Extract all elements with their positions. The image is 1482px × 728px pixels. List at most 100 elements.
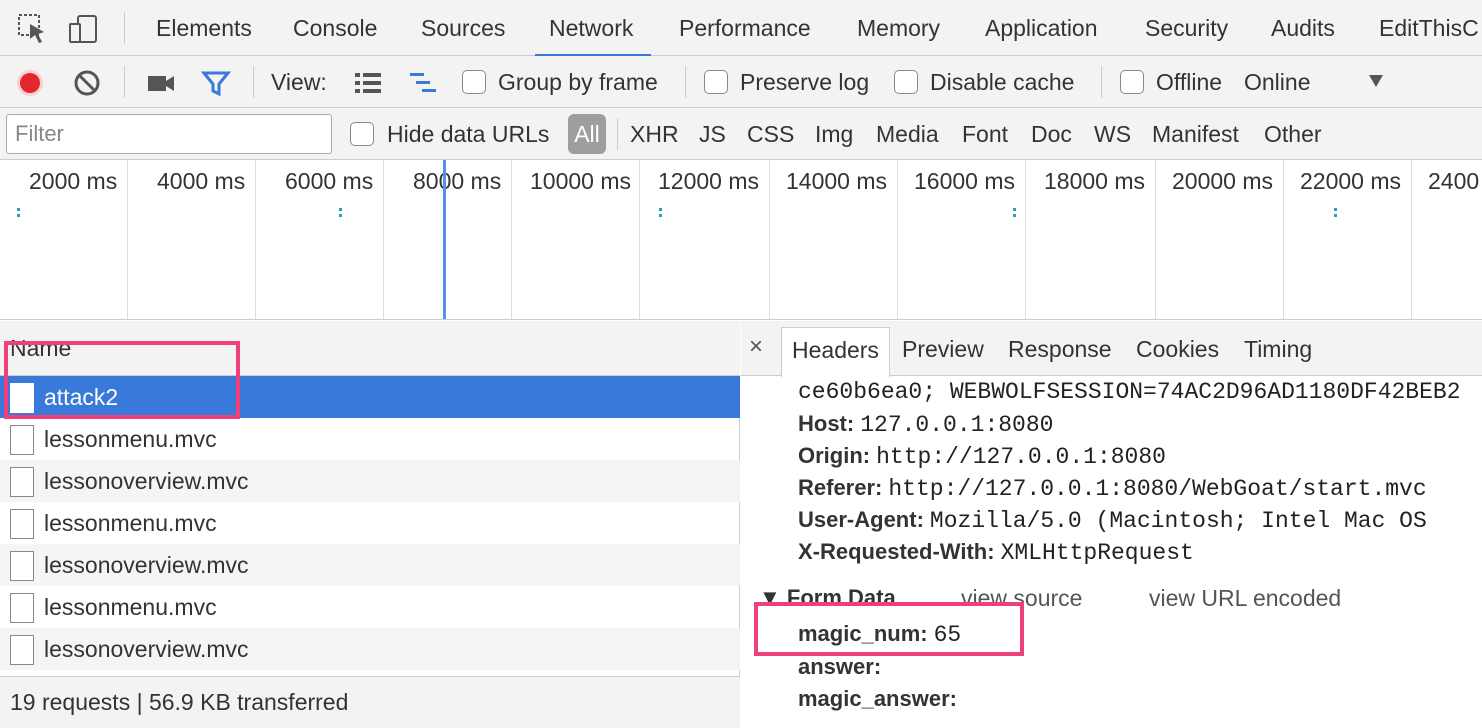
- filter-type-manifest[interactable]: Manifest: [1152, 108, 1239, 160]
- tab-response[interactable]: Response: [1008, 321, 1112, 376]
- timeline-tick-label: 8000 ms: [413, 168, 502, 194]
- header-value: http://127.0.0.1:8080/WebGoat/start.mvc: [888, 476, 1427, 502]
- request-row-attack2[interactable]: attack2: [0, 376, 740, 418]
- record-icon[interactable]: [15, 68, 45, 98]
- form-field-magic-answer: magic_answer:: [798, 686, 963, 713]
- tab-console[interactable]: Console: [293, 0, 377, 56]
- request-marker: [1334, 208, 1337, 211]
- tab-cookies[interactable]: Cookies: [1136, 321, 1219, 376]
- filter-type-ws[interactable]: WS: [1094, 108, 1131, 160]
- timeline-tick-label: 22000 ms: [1300, 168, 1402, 194]
- close-icon[interactable]: ×: [749, 333, 763, 361]
- filter-input[interactable]: [6, 114, 332, 154]
- request-row[interactable]: lessonoverview.mvc: [0, 544, 740, 586]
- header-row-origin: Origin: http://127.0.0.1:8080: [798, 443, 1166, 470]
- request-marker: [1334, 214, 1337, 217]
- timeline-gridline: [255, 160, 256, 319]
- tab-network[interactable]: Network: [534, 0, 652, 57]
- timeline-cursor[interactable]: [443, 160, 446, 319]
- request-row[interactable]: lessonmenu.mvc: [0, 502, 740, 544]
- document-icon: [10, 551, 34, 581]
- overview-timeline[interactable]: 2000 ms 4000 ms 6000 ms 8000 ms 10000 ms…: [0, 160, 1482, 320]
- tab-headers[interactable]: Headers: [781, 327, 890, 377]
- form-field-value: 65: [933, 622, 962, 648]
- tab-timing[interactable]: Timing: [1244, 321, 1312, 376]
- filter-type-all[interactable]: All: [568, 114, 606, 154]
- name-column-header[interactable]: Name: [0, 321, 740, 376]
- timeline-gridline: [897, 160, 898, 319]
- timeline-tick-label: 14000 ms: [786, 168, 888, 194]
- request-marker: [17, 214, 20, 217]
- request-row[interactable]: lessonmenu.mvc: [0, 418, 740, 460]
- device-toolbar-icon[interactable]: [66, 12, 100, 46]
- chevron-down-icon[interactable]: [1368, 74, 1384, 88]
- waterfall-overview-icon[interactable]: [408, 68, 438, 98]
- request-marker: [17, 208, 20, 211]
- toolbar-separator: [1101, 66, 1102, 98]
- view-url-encoded-link[interactable]: view URL encoded: [1149, 585, 1341, 612]
- tab-preview[interactable]: Preview: [902, 321, 984, 376]
- group-by-frame-label: Group by frame: [498, 69, 658, 95]
- request-row[interactable]: lessonoverview.mvc: [0, 460, 740, 502]
- request-marker: [659, 208, 662, 211]
- preserve-log-label: Preserve log: [740, 69, 870, 95]
- filter-bar: Hide data URLs All XHR JS CSS Img Media …: [0, 108, 1482, 160]
- filter-type-doc[interactable]: Doc: [1031, 108, 1072, 160]
- tab-performance[interactable]: Performance: [679, 0, 811, 56]
- filter-type-other[interactable]: Other: [1264, 108, 1322, 160]
- form-field-magic-num: magic_num: 65: [798, 621, 961, 648]
- form-data-section-toggle[interactable]: ▼ Form Data: [759, 585, 896, 611]
- request-row[interactable]: lessonoverview.mvc: [0, 628, 740, 670]
- filter-type-media[interactable]: Media: [876, 108, 939, 160]
- filter-type-js[interactable]: JS: [699, 108, 726, 160]
- throttling-select[interactable]: Online: [1244, 56, 1310, 108]
- request-name: lessonoverview.mvc: [44, 468, 249, 494]
- request-marker: [1013, 208, 1016, 211]
- timeline-gridline: [127, 160, 128, 319]
- offline-checkbox[interactable]: [1120, 70, 1144, 94]
- request-marker: [659, 214, 662, 217]
- inspect-element-icon[interactable]: [16, 12, 50, 46]
- form-field-answer: answer:: [798, 654, 887, 681]
- group-by-frame-checkbox[interactable]: [462, 70, 486, 94]
- filter-type-css[interactable]: CSS: [747, 108, 794, 160]
- timeline-gridline: [1155, 160, 1156, 319]
- tab-security[interactable]: Security: [1145, 0, 1228, 56]
- request-marker: [339, 214, 342, 217]
- filter-type-xhr[interactable]: XHR: [630, 108, 679, 160]
- network-summary-bar: 19 requests | 56.9 KB transferred: [0, 676, 740, 728]
- toolbar-separator: [685, 66, 686, 98]
- tab-audits[interactable]: Audits: [1271, 0, 1335, 56]
- capture-screenshots-icon[interactable]: [146, 68, 176, 98]
- large-rows-icon[interactable]: [353, 68, 383, 98]
- offline-label: Offline: [1156, 69, 1223, 95]
- header-key: Origin:: [798, 443, 871, 468]
- tab-sources[interactable]: Sources: [421, 0, 505, 56]
- tab-memory[interactable]: Memory: [857, 0, 940, 56]
- tab-elements[interactable]: Elements: [156, 0, 252, 56]
- disable-cache-checkbox[interactable]: [894, 70, 918, 94]
- request-row[interactable]: lessonmenu.mvc: [0, 586, 740, 628]
- hide-data-urls-checkbox[interactable]: [350, 122, 374, 146]
- timeline-tick-label: 6000 ms: [285, 168, 374, 194]
- document-icon: [10, 635, 34, 665]
- filter-type-font[interactable]: Font: [962, 108, 1008, 160]
- timeline-gridline: [1025, 160, 1026, 319]
- timeline-tick-label: 16000 ms: [914, 168, 1016, 194]
- preserve-log-checkbox[interactable]: [704, 70, 728, 94]
- tab-editthiscookie[interactable]: EditThisC: [1379, 0, 1479, 56]
- hide-data-urls-label: Hide data URLs: [387, 121, 550, 147]
- filter-icon[interactable]: [201, 68, 231, 98]
- timeline-gridline: [383, 160, 384, 319]
- clear-icon[interactable]: [72, 68, 102, 98]
- form-field-key: magic_num:: [798, 621, 928, 646]
- tab-application[interactable]: Application: [985, 0, 1098, 56]
- form-field-key: answer:: [798, 654, 882, 679]
- toolbar-separator: [253, 66, 254, 98]
- header-row-referer: Referer: http://127.0.0.1:8080/WebGoat/st…: [798, 475, 1427, 502]
- filter-type-img[interactable]: Img: [815, 108, 853, 160]
- request-name: lessonmenu.mvc: [44, 510, 217, 536]
- header-key: Referer:: [798, 475, 883, 500]
- view-source-link[interactable]: view source: [961, 585, 1082, 612]
- timeline-gridline: [1411, 160, 1412, 319]
